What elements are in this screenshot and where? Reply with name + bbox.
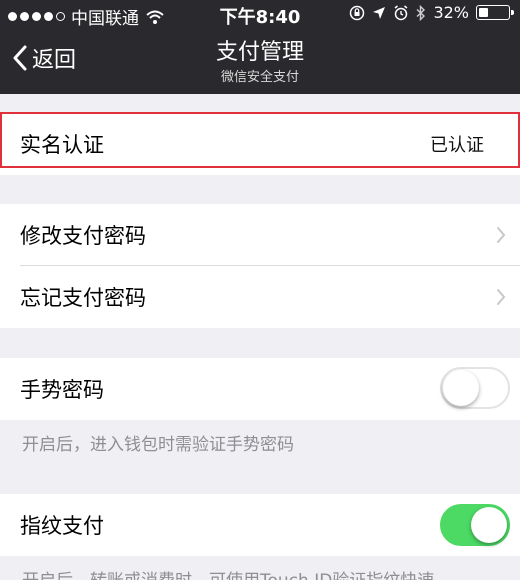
battery-percent: 32% bbox=[433, 3, 469, 22]
battery-fill bbox=[479, 8, 488, 17]
top-bar: 中国联通 下午8:40 32% 返回 支付管理 微信安全支付 bbox=[0, 0, 520, 94]
rotation-lock-icon bbox=[350, 5, 365, 20]
gesture-password-label: 手势密码 bbox=[20, 378, 104, 402]
gesture-note: 开启后，进入钱包时需验证手势密码 bbox=[22, 435, 294, 455]
forgot-password-label: 忘记支付密码 bbox=[20, 286, 146, 310]
chevron-right-icon bbox=[497, 227, 506, 243]
status-right: 32% bbox=[349, 3, 514, 22]
highlight-box bbox=[0, 112, 520, 168]
forgot-password-row[interactable]: 忘记支付密码 bbox=[0, 266, 520, 328]
gesture-password-toggle[interactable] bbox=[440, 367, 510, 409]
alarm-icon bbox=[394, 4, 408, 20]
change-password-label: 修改支付密码 bbox=[20, 224, 146, 248]
toggle-knob bbox=[443, 370, 479, 406]
toggle-knob bbox=[471, 507, 507, 543]
chevron-right-icon bbox=[497, 289, 506, 305]
page-subtitle: 微信安全支付 bbox=[220, 70, 299, 85]
location-icon bbox=[373, 6, 386, 19]
battery-icon bbox=[476, 5, 514, 20]
change-password-row[interactable]: 修改支付密码 bbox=[0, 204, 520, 266]
bluetooth-icon bbox=[416, 4, 426, 21]
fingerprint-pay-row: 指纹支付 bbox=[0, 494, 520, 556]
fingerprint-pay-label: 指纹支付 bbox=[20, 514, 104, 538]
fingerprint-pay-toggle[interactable] bbox=[440, 504, 510, 546]
gesture-password-row: 手势密码 bbox=[0, 358, 520, 420]
nav-bar: 返回 支付管理 微信安全支付 bbox=[0, 30, 520, 94]
fingerprint-note: 开启后，转账或消费时，可使用Touch ID验证指纹快速 bbox=[22, 566, 434, 580]
status-bar: 中国联通 下午8:40 32% bbox=[0, 0, 520, 30]
page-title: 支付管理 bbox=[215, 40, 304, 65]
